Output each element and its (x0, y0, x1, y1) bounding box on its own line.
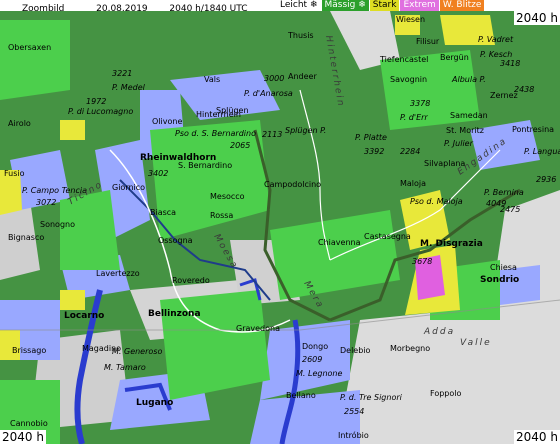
place-label: Intróbio (338, 430, 369, 440)
peak-label: P. d'Err (400, 113, 428, 122)
elevation-label: 1972 (86, 97, 106, 106)
place-label: Chiavenna (318, 238, 361, 247)
place-label: Fusio (4, 169, 25, 178)
elevation-label: 3678 (412, 257, 432, 266)
map-canvas: Obersaxen Thusis Wiesen Filisur Bergün P… (0, 0, 560, 444)
place-label: Delebio (340, 346, 371, 355)
place-label: Bergün (440, 53, 469, 62)
peak-label: P. Bernina (484, 188, 524, 197)
place-label: Sondrio (480, 275, 519, 285)
place-label: Hinterrhein (196, 110, 241, 119)
peak-label: M. Tamaro (104, 363, 146, 372)
elevation-label: 3221 (112, 69, 132, 78)
place-label: Bignasco (8, 233, 44, 242)
place-label: Rossa (210, 211, 233, 220)
place-label: Samedan (450, 111, 488, 120)
elevation-label: 2065 (230, 141, 250, 150)
peak-label: M. Disgrazia (420, 239, 483, 249)
place-label: Chiesa (490, 263, 517, 272)
peak-label: Pso d. Maloja (410, 197, 463, 206)
elevation-label: 2475 (500, 205, 520, 214)
place-label: Vals (204, 75, 220, 84)
elevation-label: 2113 (262, 130, 282, 139)
peak-label: Albula P. (451, 75, 486, 84)
place-label: Lugano (136, 398, 173, 408)
place-label: Filisur (416, 37, 440, 46)
elevation-label: 3392 (364, 147, 384, 156)
legend-stark: Stark (369, 0, 400, 11)
time-badge-bottom-right: 2040 h (514, 430, 560, 444)
place-label: Airolo (8, 119, 31, 128)
elevation-label: 2554 (344, 407, 364, 416)
snowflake-icon: ❄ (309, 0, 318, 10)
place-label: Andeer (288, 72, 317, 81)
elevation-label: 2438 (514, 85, 534, 94)
elevation-label: 3072 (36, 198, 56, 207)
time-label: 2040 h/1840 UTC (169, 4, 248, 14)
place-label: Sonogno (40, 220, 75, 229)
river-label: Valle (460, 338, 492, 348)
place-label: S. Bernardino (178, 161, 232, 170)
place-label: Bellano (286, 391, 316, 400)
place-label: Gravedona (236, 324, 280, 333)
elevation-label: 2936 (536, 175, 556, 184)
place-label: St. Moritz (446, 126, 484, 135)
legend-blitze: W. Blitze (439, 0, 485, 11)
peak-label: Splügen P. (285, 126, 326, 135)
place-label: Giornico (112, 183, 145, 192)
place-label: Obersaxen (8, 43, 51, 52)
place-label: Castasegna (364, 232, 411, 241)
peak-label: M. Legnone (296, 369, 342, 378)
peak-label: Pso d. S. Bernardino (175, 129, 256, 138)
elevation-label: 3418 (500, 59, 520, 68)
place-label: Maloja (400, 179, 426, 188)
elevation-label: 3402 (148, 169, 168, 178)
peak-label: P. d'Anarosa (244, 89, 293, 98)
snowflake-icon: ❄ (358, 0, 366, 10)
elevation-label: 2284 (400, 147, 420, 156)
place-label: Wiesen (396, 15, 425, 24)
elevation-label: 3378 (410, 99, 430, 108)
river-label: Adda (423, 327, 455, 337)
place-label: Foppolo (430, 389, 461, 398)
peak-label: P. di Lucomagno (68, 107, 133, 116)
time-badge-top-right: 2040 h (514, 11, 560, 25)
place-label: Cannobio (10, 419, 48, 428)
place-label: Morbegno (390, 344, 430, 353)
place-label: Lavertezzo (96, 269, 140, 278)
place-label: Biasca (150, 208, 176, 217)
peak-label: P. Vadret (478, 35, 514, 44)
place-label: Roveredo (172, 276, 210, 285)
header-bar: Zoombild 20.08.2019 2040 h/1840 UTC Leic… (0, 0, 560, 14)
place-label: Locarno (64, 311, 104, 321)
elevation-label: 2609 (302, 355, 322, 364)
peak-label: P. Languard (524, 147, 560, 156)
mode-label: Zoombild (22, 4, 65, 14)
elevation-label: 3000 (264, 74, 284, 83)
peak-label: P. Platte (355, 133, 387, 142)
place-label: Brissago (12, 346, 46, 355)
legend-leicht: Leicht ❄ (277, 0, 321, 11)
legend-extrem: Extrem (400, 0, 439, 11)
peak-label: P. Medel (112, 83, 146, 92)
peak-label: P. Julier (444, 139, 474, 148)
legend-massig: Mässig ❄ (321, 0, 369, 11)
place-label: Campodolcino (264, 180, 321, 189)
time-badge-bottom-left: 2040 h (0, 430, 46, 444)
date-label: 20.08.2019 (96, 4, 148, 14)
peak-label: P. Kesch (480, 50, 512, 59)
place-label: Olivone (152, 117, 182, 126)
place-label: Dongo (302, 342, 328, 351)
place-label: Savognin (390, 75, 427, 84)
place-label: Bellinzona (148, 309, 201, 319)
place-label: Tiefencastel (379, 55, 428, 64)
peak-label: P. d. Tre Signori (340, 393, 403, 402)
precipitation-radar-map: Zoombild 20.08.2019 2040 h/1840 UTC Leic… (0, 0, 560, 444)
peak-label: M. Generoso (112, 347, 162, 356)
place-label: Thusis (287, 31, 314, 40)
place-label: Ossogna (158, 236, 193, 245)
place-label: Pontresina (512, 125, 554, 134)
place-label: Mesocco (210, 192, 245, 201)
